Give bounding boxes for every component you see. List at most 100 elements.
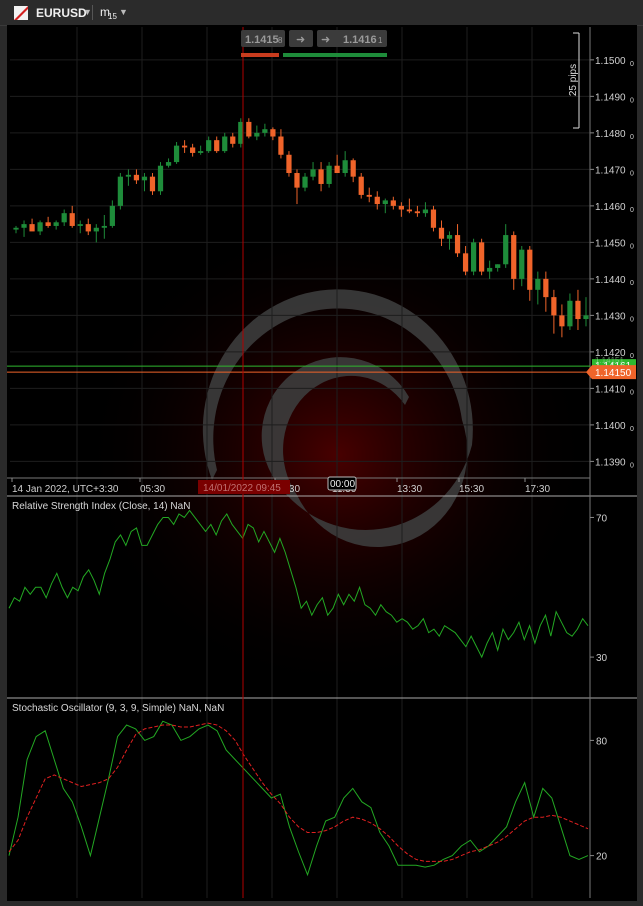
candle-body [21, 224, 27, 228]
candle [21, 220, 27, 237]
buy-price: 1.1416 [343, 34, 377, 46]
candle-body [487, 267, 493, 272]
buy-price-sup: 1 [378, 36, 383, 45]
arrow-right-icon: ➜ [321, 34, 330, 46]
chevron-down-icon[interactable]: ▼ [83, 7, 92, 17]
candle [29, 218, 35, 232]
candle-body [382, 200, 388, 205]
candle [37, 220, 43, 236]
candle-body [190, 147, 196, 153]
candle [198, 145, 204, 155]
candle [374, 191, 380, 210]
candle [479, 238, 485, 276]
candle-body [559, 315, 565, 327]
candle [422, 202, 429, 217]
candle [310, 162, 316, 181]
price-tick-label-sup: 0 [630, 426, 634, 433]
candle-body [214, 140, 220, 152]
candle-body [358, 176, 364, 195]
price-tick-label: 1.1410 [595, 384, 626, 395]
candle-body [125, 174, 132, 177]
price-tick-label: 1.1460 [595, 202, 626, 213]
candle-body [575, 300, 581, 320]
candle-body [37, 222, 43, 232]
candle-body [157, 165, 164, 192]
candle [173, 141, 180, 164]
candle-body [414, 211, 421, 214]
candle [93, 224, 99, 243]
candle [519, 246, 525, 287]
candle [117, 173, 123, 210]
candle [69, 205, 75, 228]
candle-body [503, 235, 509, 265]
candle-body [495, 264, 501, 268]
candle-body [85, 224, 91, 232]
symbol-selector[interactable]: EURUSD [36, 6, 87, 20]
candle-body [406, 209, 412, 212]
candle-body [551, 297, 557, 316]
candle-body [318, 169, 324, 184]
candle [390, 196, 396, 210]
candle [262, 123, 268, 137]
candle-body [278, 136, 284, 155]
price-tick-label: 1.1470 [595, 165, 626, 176]
candle [398, 202, 404, 217]
candle [535, 271, 541, 305]
candle [133, 169, 140, 184]
candle [286, 151, 292, 177]
price-axis: 1.1500 0 1.1490 0 1.1480 0 1.1470 0 1.1460 0 1.145… [589, 27, 634, 898]
rsi-title: Relative Strength Index (Close, 14) NaN [12, 501, 190, 512]
price-tick-label: 1.1430 [595, 311, 626, 322]
candle [366, 187, 372, 203]
candle-body [374, 196, 380, 205]
price-tick-label-sup: 0 [630, 316, 634, 323]
chevron-down-icon[interactable]: ▼ [119, 7, 128, 17]
candle [503, 224, 509, 268]
buy-button[interactable]: ➜ 1.1416 1 [317, 30, 387, 47]
candle-body [45, 222, 51, 226]
chart-area[interactable]: 1.1500 0 1.1490 0 1.1480 0 1.1470 0 1.1460 0 1.145… [7, 25, 637, 901]
order-direction-button[interactable]: ➜ [289, 30, 313, 47]
candle [318, 162, 324, 192]
candle [302, 173, 308, 192]
crosshair-price-hint: 1.14151 [595, 356, 624, 365]
candle [583, 297, 589, 327]
candle-body [454, 235, 461, 254]
pips-scale-marker: 25 pips [568, 32, 580, 129]
price-tick-label-sup: 0 [630, 97, 634, 104]
candle [214, 136, 220, 153]
price-tick-label-sup: 0 [630, 280, 634, 287]
candle-body [567, 300, 573, 327]
candle [141, 173, 148, 192]
candle [109, 200, 115, 228]
cursor-time-label: 00:00 [330, 479, 355, 490]
price-tick-label: 1.1400 [595, 421, 626, 432]
chart-toolbar: EURUSD ▼ m 15 ▼ [0, 0, 643, 26]
price-tick-label-sup: 0 [630, 207, 634, 214]
candle-body [133, 174, 140, 181]
candle [101, 214, 107, 239]
time-tick-label: 15:30 [459, 484, 484, 495]
price-tick-label-sup: 0 [630, 134, 634, 141]
stochastic-panel: Stochastic Oscillator (9, 3, 9, Simple) … [8, 703, 608, 877]
candle-body [69, 213, 75, 226]
candle-body [294, 173, 300, 188]
candle [77, 220, 83, 234]
sell-volume-bar [241, 53, 279, 57]
candle-body [173, 145, 180, 163]
sell-price: 1.1415 [245, 34, 279, 46]
candle-body [181, 145, 188, 148]
candle-body [583, 315, 589, 320]
price-tick-label: 1.1440 [595, 275, 626, 286]
candle [61, 209, 67, 226]
candle [13, 225, 19, 234]
price-tick-label-sup: 0 [630, 61, 634, 68]
candle-body [462, 253, 469, 272]
chart-canvas[interactable]: 1.1500 0 1.1490 0 1.1480 0 1.1470 0 1.1460 0 1.145… [7, 25, 637, 901]
candle-body [519, 249, 525, 279]
candle [350, 158, 356, 183]
candle-body [61, 213, 67, 223]
price-tick-label: 1.1450 [595, 238, 626, 249]
sell-button[interactable]: 1.1415 8 [241, 30, 285, 47]
candle-body [254, 132, 260, 137]
